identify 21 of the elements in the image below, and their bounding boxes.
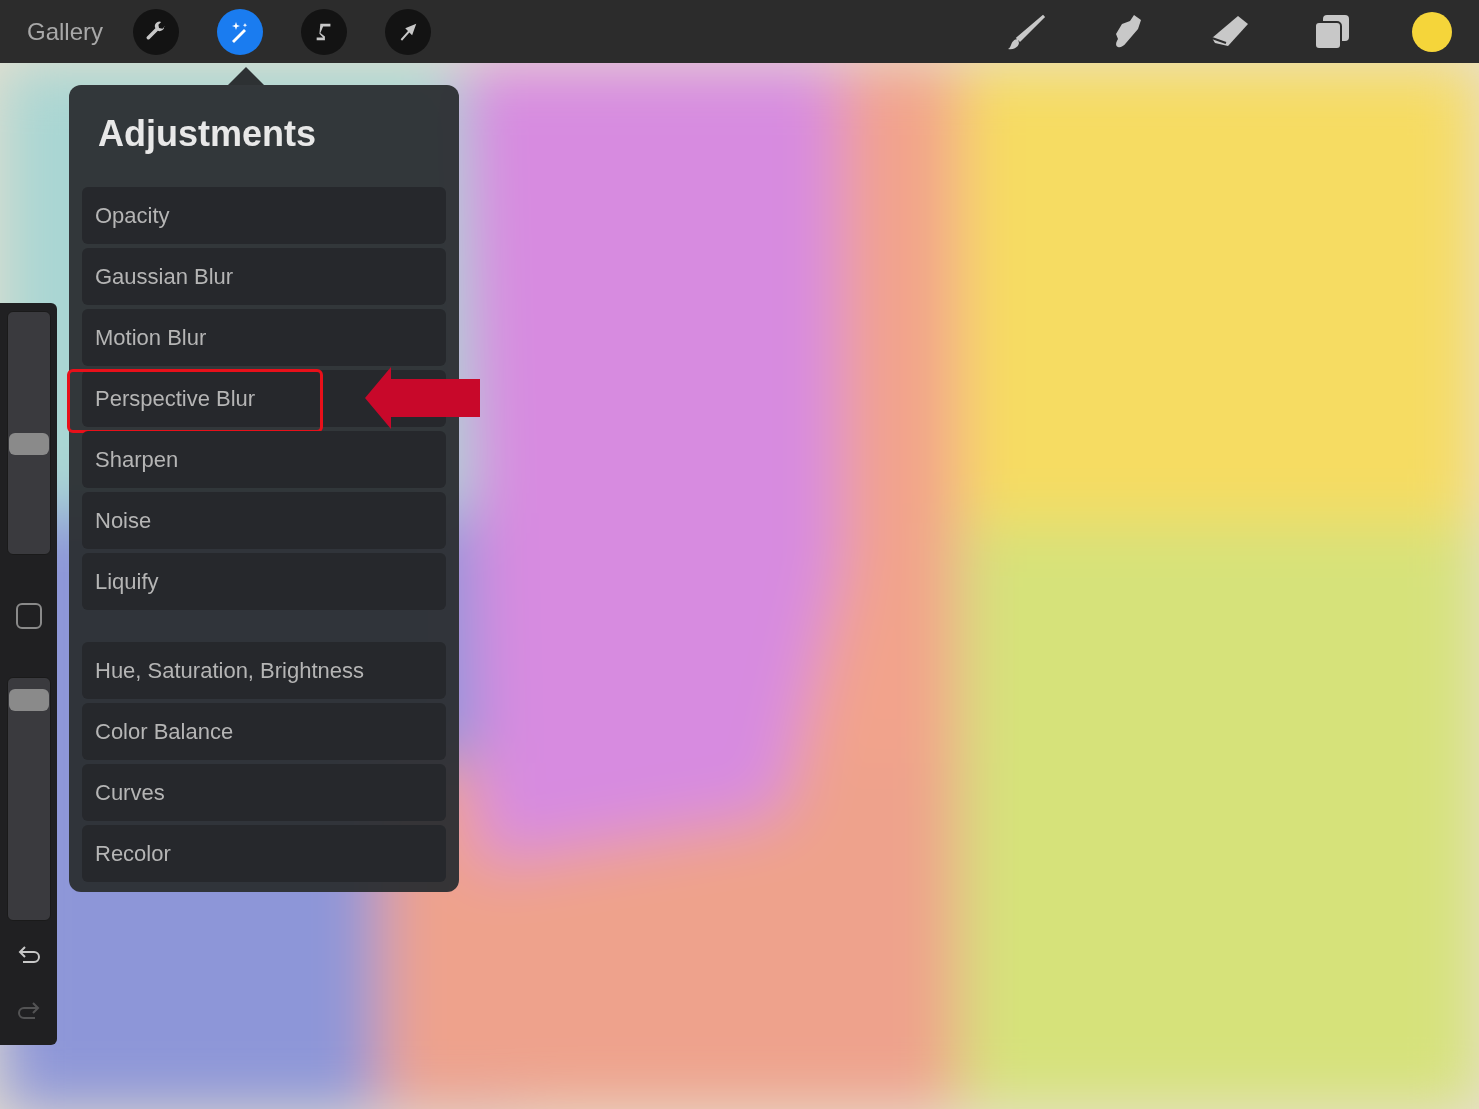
menu-item[interactable]: Opacity — [82, 187, 446, 244]
menu-item[interactable]: Motion Blur — [82, 309, 446, 366]
gallery-link[interactable]: Gallery — [27, 13, 104, 50]
undo-icon[interactable] — [16, 945, 41, 965]
menu-item[interactable]: Gaussian Blur — [82, 248, 446, 305]
menu-item[interactable]: Curves — [82, 764, 446, 821]
layers-icon — [1313, 12, 1351, 51]
modify-button[interactable] — [15, 603, 42, 629]
menu-item[interactable]: Liquify — [82, 553, 446, 610]
menu-item[interactable]: Sharpen — [82, 431, 446, 488]
brush-size-slider[interactable] — [6, 311, 51, 555]
slider-thumb[interactable] — [8, 433, 49, 455]
slider-thumb[interactable] — [8, 689, 49, 711]
menu-item[interactable]: Color Balance — [82, 703, 446, 760]
opacity-slider[interactable] — [6, 677, 51, 921]
menu-item[interactable]: Noise — [82, 492, 446, 549]
wrench-icon — [145, 20, 168, 43]
menu-item[interactable]: Hue, Saturation, Brightness — [82, 642, 446, 699]
color-swatch[interactable] — [1412, 11, 1452, 52]
popover-title: Adjustments — [97, 112, 318, 156]
menu-item[interactable]: Recolor — [82, 825, 446, 882]
